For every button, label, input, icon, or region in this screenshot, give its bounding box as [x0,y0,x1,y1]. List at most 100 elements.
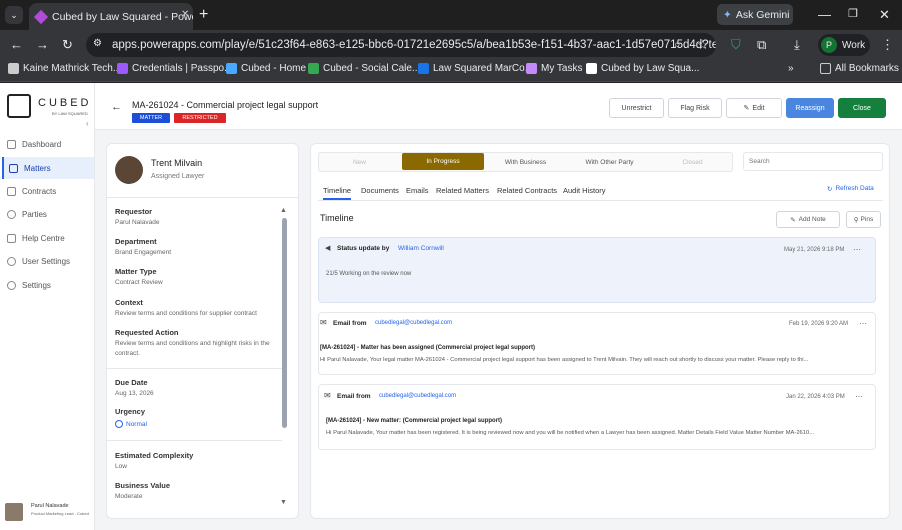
more-bookmarks-icon[interactable]: » [788,63,794,74]
address-bar[interactable]: apps.powerapps.com/play/e/51c23f64-e863-… [86,33,716,57]
dashboard-icon [7,139,16,149]
bookmark-2[interactable]: Credentials | Passpo... [117,63,232,74]
sidebar-item-label: Matters [24,163,51,173]
status-step-with-business[interactable]: With Business [488,155,563,169]
profile-label: Work [842,39,866,51]
extensions-icon[interactable]: ⧉ [757,37,766,53]
add-note-button[interactable]: ✎ Add Note [776,211,840,228]
ask-gemini-button[interactable]: ✦ Ask Gemini [717,4,793,25]
back-icon[interactable]: ← [10,37,23,52]
lawyer-name: Trent Milvain [151,158,203,168]
bookmark-1[interactable]: Kaine Mathrick Tech... [8,63,121,74]
bookmark-4[interactable]: Cubed - Social Cale... [308,63,420,74]
sidebar-item-parties[interactable]: Parties [2,203,94,225]
edit-button[interactable]: ✎ Edit [726,98,782,118]
help-icon [7,233,16,243]
detail-value: Contract Review [115,279,163,286]
bookmark-7[interactable]: Cubed by Law Squa... [586,63,699,74]
email-sender[interactable]: cubedlegal@cubedlegal.com [379,393,456,399]
pins-button[interactable]: ⚲ Pins [846,211,881,228]
tab-audit-history[interactable]: Audit History [563,186,606,195]
url-text: apps.powerapps.com/play/e/51c23f64-e863-… [112,39,716,51]
forward-icon[interactable]: → [36,37,49,52]
back-arrow-icon[interactable]: ← [111,101,122,113]
status-update-author[interactable]: William Cornwill [398,245,444,252]
parties-icon [7,209,16,219]
more-options-icon[interactable]: ⋯ [855,392,863,401]
all-bookmarks-label: All Bookmarks [835,63,899,74]
pencil-icon: ✎ [790,216,796,224]
sidebar-item-user-settings[interactable]: User Settings [2,250,94,272]
sidebar-item-label: Parties [22,209,47,219]
scroll-up-icon[interactable]: ▲ [280,207,287,214]
minimize-icon[interactable]: — [818,7,831,22]
site-info-icon[interactable]: ⚙ [93,38,102,49]
sidebar-item-contracts[interactable]: Contracts [2,180,94,202]
bookmark-6[interactable]: My Tasks [526,63,583,74]
detail-label: Department [115,237,157,246]
window-close-icon[interactable]: ✕ [879,7,890,23]
settings-icon [7,280,16,290]
user-role: Product Marketing Lead - Cubed [31,511,89,516]
tab-documents[interactable]: Documents [361,186,399,195]
contracts-icon [7,186,16,196]
all-bookmarks[interactable]: All Bookmarks [820,63,899,74]
restore-icon[interactable]: ❐ [848,7,858,20]
refresh-icon: ↻ [827,186,833,193]
detail-value: Review terms and conditions for supplier… [115,310,257,317]
email-body: Hi Parul Nalavade, Your legal matter MA-… [320,357,809,363]
more-options-icon[interactable]: ⋯ [853,245,861,254]
flag-risk-button[interactable]: Flag Risk [668,98,722,118]
status-step-new[interactable]: New [322,155,397,169]
bookmark-3[interactable]: Cubed - Home [226,63,306,74]
downloads-icon[interactable]: ⤓ [794,37,800,53]
close-button[interactable]: Close [838,98,886,118]
more-options-icon[interactable]: ⋯ [859,319,867,328]
status-step-closed[interactable]: Closed [655,155,730,169]
status-step-in-progress[interactable]: In Progress [402,153,484,170]
collapse-sidebar-icon[interactable]: ‹ [86,119,89,128]
sidebar-item-help[interactable]: Help Centre [2,227,94,249]
tab-search-icon[interactable]: ⌄ [5,6,23,24]
matters-icon [9,163,18,173]
search-input[interactable] [743,152,883,171]
add-note-label: Add Note [798,216,826,223]
scroll-down-icon[interactable]: ▼ [280,499,287,506]
ask-gemini-label: Ask Gemini [735,8,790,21]
tab-emails[interactable]: Emails [406,186,429,195]
bookmark-star-icon[interactable]: ☆ [697,37,709,53]
bookmark-5[interactable]: Law Squared MarCo... [418,63,533,74]
detail-value: Parul Nalavade [115,219,160,226]
zoom-icon[interactable]: ⌕ [674,37,681,52]
unrestrict-button[interactable]: Unrestrict [609,98,664,118]
detail-label: Requestor [115,207,153,216]
status-step-with-other-party[interactable]: With Other Party [567,155,652,169]
email-sender[interactable]: cubedlegal@cubedlegal.com [375,320,452,326]
refresh-data-button[interactable]: ↻ Refresh Data [827,185,874,193]
close-tab-icon[interactable]: ✕ [181,9,189,20]
shield-extension-icon[interactable]: ⛉ [731,37,741,53]
urgency-text: Normal [126,420,147,428]
tab-related-contracts[interactable]: Related Contracts [497,186,557,195]
reassign-button[interactable]: Reassign [786,98,834,118]
tab-timeline[interactable]: Timeline [323,186,352,200]
email-body: Hi Parul Nalavade, Your matter has been … [326,430,815,436]
sidebar-item-settings[interactable]: Settings [2,274,94,296]
tab-related-matters[interactable]: Related Matters [436,186,489,195]
detail-label: Estimated Complexity [115,451,194,460]
user-avatar[interactable] [5,503,23,521]
close-label: Close [853,104,871,112]
urgency-icon [115,420,123,428]
sidebar-item-matters[interactable]: Matters [2,157,94,179]
new-tab-icon[interactable]: + [199,6,208,24]
scrollbar-thumb[interactable] [282,218,287,428]
browser-tab[interactable]: Cubed by Law Squared - Power Apps [29,3,193,30]
envelope-icon: ✉ [320,318,327,327]
bookmark-favicon-icon [117,63,128,74]
sidebar-item-dashboard[interactable]: Dashboard [2,133,94,155]
detail-value: Aug 13, 2026 [115,390,154,397]
unrestrict-label: Unrestrict [621,104,652,112]
browser-menu-icon[interactable]: ⋮ [881,37,894,53]
profile-button[interactable]: P Work [818,34,870,56]
reload-icon[interactable]: ↻ [62,37,73,53]
